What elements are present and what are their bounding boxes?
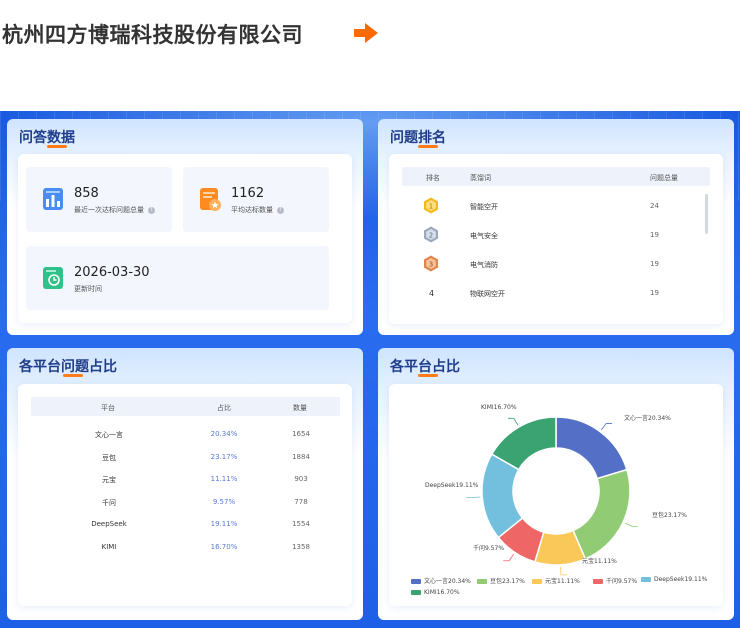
table-row[interactable]: 元宝 11.11% 903 xyxy=(31,475,340,485)
info-icon[interactable]: ! xyxy=(277,206,284,214)
qa-data-card: 858 最近一次达标问题总量! 1162 平均达标数量! 2026-03-30 … xyxy=(18,154,352,323)
silver-medal-icon: 2 xyxy=(424,226,438,243)
legend-item-2[interactable]: 元宝11.11% xyxy=(532,576,580,585)
donut-leader-line-0 xyxy=(601,423,613,431)
table-row[interactable]: 豆包 23.17% 1884 xyxy=(31,453,340,463)
donut-slice-1[interactable] xyxy=(572,468,631,560)
table-row[interactable]: KIMI 16.70% 1358 xyxy=(31,543,340,553)
stat-total-questions: 858 最近一次达标问题总量! xyxy=(26,167,172,232)
platform-count: 1358 xyxy=(292,543,310,551)
legend-item-0[interactable]: 文心一言20.34% xyxy=(411,576,471,585)
platform-name: 文心一言 xyxy=(95,431,123,439)
platform-ratio: 11.11% xyxy=(210,475,238,484)
donut-label-3: 千问9.57% xyxy=(473,545,505,552)
legend-label: 元宝11.11% xyxy=(545,578,580,585)
donut-leader-line-1 xyxy=(624,522,639,527)
platform-ratio: 19.11% xyxy=(210,520,238,529)
legend-swatch xyxy=(593,579,603,584)
platform-ratio: 20.34% xyxy=(210,430,238,438)
svg-text:3: 3 xyxy=(429,261,433,269)
platform-name: 元宝 xyxy=(102,476,116,485)
bronze-medal-icon: 3 xyxy=(424,255,438,272)
legend-label: DeepSeek19.11% xyxy=(654,576,708,583)
document-star-icon xyxy=(200,188,221,211)
ranking-scrollbar[interactable] xyxy=(705,194,708,234)
donut-leader-line-4 xyxy=(466,496,481,499)
legend-item-5[interactable]: KIMI16.70% xyxy=(411,589,460,596)
gold-medal-icon: 1 xyxy=(424,197,438,214)
legend-item-3[interactable]: 千问9.57% xyxy=(593,576,637,585)
legend-swatch xyxy=(477,579,487,584)
qa-data-title: 问答数据 xyxy=(19,130,75,148)
platform-ratio: 23.17% xyxy=(210,452,238,461)
ranking-card: 排名 蒸馏词 问题总量 1 智能空开 24 2 电气安全 19 3 电气消防 1… xyxy=(389,154,723,324)
rank-number: 4 xyxy=(429,289,435,298)
platform-table-panel: 各平台问题占比 平台 占比 数量 文心一言 20.34% 1654 豆包 23.17% 1… xyxy=(7,348,363,620)
svg-text:2: 2 xyxy=(429,232,433,240)
donut-slice-0[interactable] xyxy=(555,416,628,480)
platform-count: 1654 xyxy=(292,430,310,438)
stat-value: 2026-03-30 xyxy=(74,265,150,280)
stat-value: 858 xyxy=(74,186,99,201)
donut-leader-line-3 xyxy=(503,553,514,562)
platform-count: 903 xyxy=(294,475,308,484)
donut-leader-line-2 xyxy=(560,566,567,576)
platform-count: 1554 xyxy=(292,520,310,529)
donut-label-4: DeepSeek19.11% xyxy=(425,482,479,489)
table-row[interactable]: 文心一言 20.34% 1654 xyxy=(31,430,340,440)
platform-count: 1884 xyxy=(292,452,310,461)
table-row[interactable]: 千问 9.57% 778 xyxy=(31,498,340,508)
donut-leader-line-5 xyxy=(507,417,519,426)
update-icon xyxy=(43,267,63,289)
stat-label: 更新时间 xyxy=(74,285,102,293)
platform-donut-chart xyxy=(466,416,639,576)
info-icon[interactable]: ! xyxy=(148,206,155,214)
stat-label: 最近一次达标问题总量! xyxy=(74,205,155,215)
platform-table-header: 平台 占比 数量 xyxy=(31,397,340,416)
platform-name: DeepSeek xyxy=(91,520,127,529)
donut-label-2: 元宝11.11% xyxy=(582,558,617,565)
donut-label-1: 豆包23.17% xyxy=(652,512,687,519)
ranking-title: 问题排名 xyxy=(390,130,446,148)
ranking-table-header: 排名 蒸馏词 问题总量 xyxy=(402,167,710,186)
legend-item-1[interactable]: 豆包23.17% xyxy=(477,576,525,585)
page-header: 杭州四方博瑞科技股份有限公司 xyxy=(0,0,740,111)
qa-data-panel: 问答数据 858 最近一次达标问题总量! 1162 平均达标数量! 2026-0… xyxy=(7,119,363,335)
legend-label: 豆包23.17% xyxy=(490,578,525,585)
legend-label: 文心一言20.34% xyxy=(424,578,471,585)
platform-name: KIMI xyxy=(101,543,117,551)
svg-text:1: 1 xyxy=(429,203,433,211)
platform-name: 千问 xyxy=(102,498,116,507)
table-row[interactable]: DeepSeek 19.11% 1554 xyxy=(31,520,340,530)
platform-count: 778 xyxy=(294,497,308,506)
legend-label: 千问9.57% xyxy=(606,578,638,585)
legend-item-4[interactable]: DeepSeek19.11% xyxy=(641,576,707,583)
stat-update-time: 2026-03-30 更新时间 xyxy=(26,246,329,310)
platform-table-card: 平台 占比 数量 文心一言 20.34% 1654 豆包 23.17% 1884 元宝 11.… xyxy=(18,384,352,606)
platform-chart-title: 各平台占比 xyxy=(390,359,460,377)
platform-table-title: 各平台问题占比 xyxy=(19,359,117,377)
legend-label: KIMI16.70% xyxy=(424,589,460,596)
platform-ratio: 9.57% xyxy=(212,497,236,506)
platform-name: 豆包 xyxy=(102,453,116,462)
report-icon xyxy=(43,188,63,210)
arrow-right-icon[interactable] xyxy=(352,22,380,44)
legend-swatch xyxy=(641,577,651,582)
legend-swatch xyxy=(411,590,421,595)
company-name: 杭州四方博瑞科技股份有限公司 xyxy=(2,23,303,47)
donut-label-0: 文心一言20.34% xyxy=(624,415,671,422)
stat-label: 平均达标数量! xyxy=(231,205,284,215)
stat-average: 1162 平均达标数量! xyxy=(183,167,329,232)
legend-swatch xyxy=(411,579,421,584)
stat-value: 1162 xyxy=(231,186,265,201)
platform-chart-card: 文心一言20.34% 豆包23.17% 元宝11.11% 千问9.57% DeepSee… xyxy=(389,384,723,606)
platform-ratio: 16.70% xyxy=(210,543,238,551)
donut-label-5: KIMI16.70% xyxy=(481,404,517,411)
legend-swatch xyxy=(532,579,542,584)
platform-chart-panel: 各平台占比 文心一言20.34% 豆包23.17% 元宝11.11% 千问9.57% D… xyxy=(378,348,734,620)
question-ranking-panel: 问题排名 排名 蒸馏词 问题总量 1 智能空开 24 2 电气安全 19 3 电… xyxy=(378,119,734,335)
